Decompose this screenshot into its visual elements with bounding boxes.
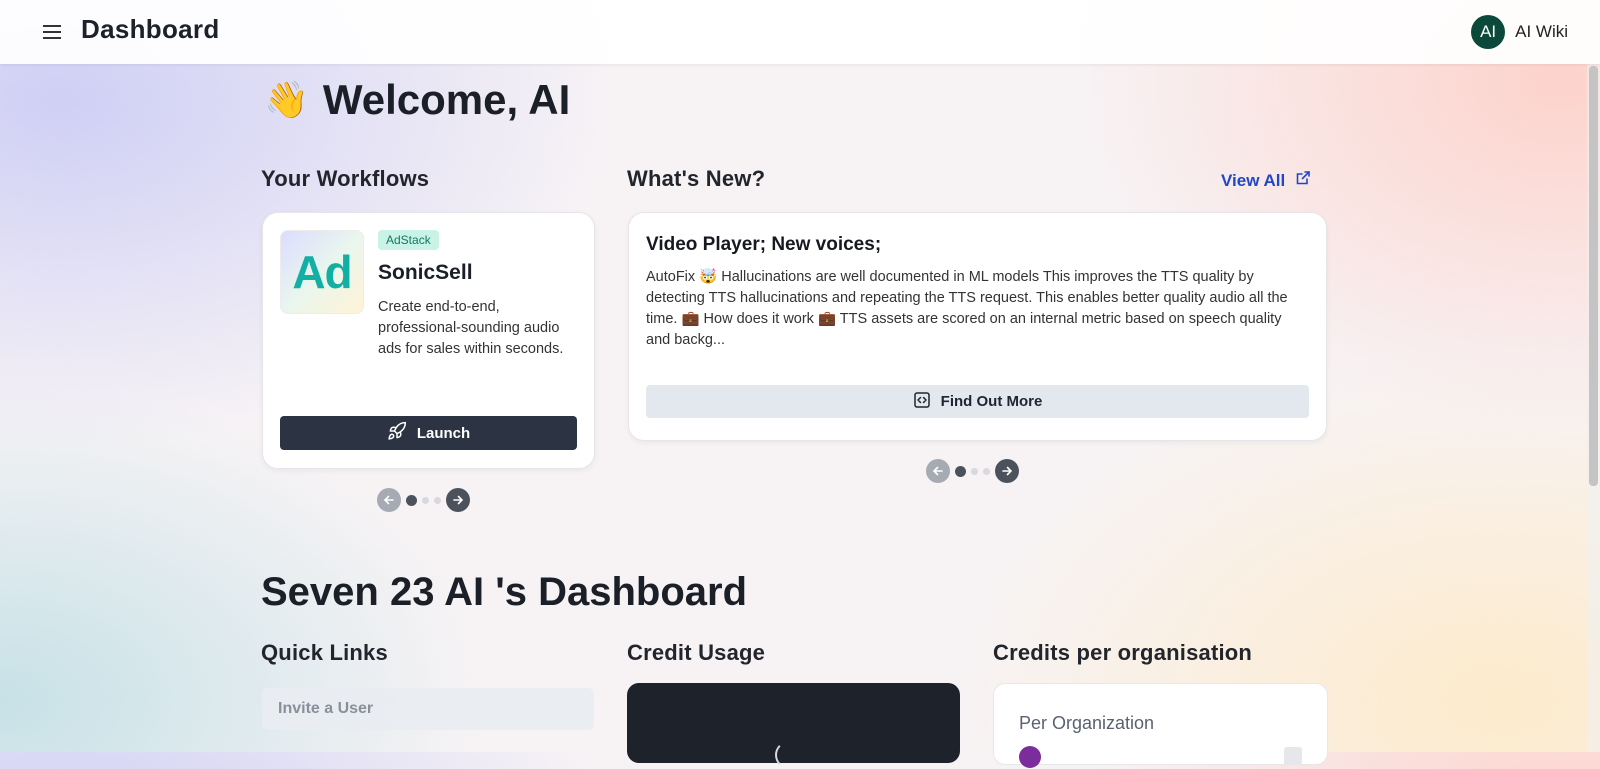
news-body: AutoFix 🤯 Hallucinations are well docume… [646, 269, 1288, 348]
welcome-text: Welcome, AI [322, 76, 571, 123]
carousel-dot[interactable] [422, 496, 429, 504]
workflows-heading: Your Workflows [261, 166, 430, 191]
find-out-more-label: Find Out More [940, 393, 1043, 410]
news-title: Video Player; New voices; [646, 234, 882, 255]
view-all-label: View All [1221, 170, 1286, 190]
carousel-prev-button[interactable] [926, 459, 950, 483]
user-name[interactable]: AI Wiki [1515, 22, 1568, 42]
carousel-dot[interactable] [406, 494, 417, 506]
credits-per-org-heading: Credits per organisation [993, 640, 1253, 665]
carousel-dot[interactable] [971, 467, 978, 475]
waving-hand-icon: 👋 [264, 79, 309, 120]
view-all-link[interactable]: View All [1221, 170, 1311, 191]
quick-links-heading: Quick Links [261, 640, 388, 665]
workflow-badge: AdStack [378, 230, 439, 250]
dashboard-title: Seven 23 AI 's Dashboard [261, 570, 747, 614]
carousel-prev-button[interactable] [377, 488, 401, 512]
carousel-dot[interactable] [955, 465, 966, 477]
page-title: Dashboard [81, 14, 220, 44]
loading-spinner-icon [775, 741, 803, 769]
find-out-more-button[interactable]: Find Out More [646, 385, 1309, 418]
news-card: Video Player; New voices; AutoFix 🤯 Hall… [628, 212, 1327, 441]
carousel-dot[interactable] [434, 496, 441, 504]
invite-user-link[interactable]: Invite a User [262, 688, 594, 730]
welcome-heading: 👋 Welcome, AI [264, 76, 570, 124]
credit-usage-card [627, 683, 960, 769]
per-organization-label: Per Organization [1019, 713, 1155, 733]
org-action-icon[interactable] [1284, 747, 1302, 765]
credits-per-org-card: Per Organization [993, 683, 1328, 768]
rocket-icon [387, 421, 407, 445]
credit-usage-heading: Credit Usage [627, 640, 766, 665]
avatar[interactable]: AI [1471, 15, 1506, 49]
carousel-dot[interactable] [983, 467, 990, 475]
workflow-card: Ad AdStack SonicSell Create end-to-end, … [262, 212, 595, 469]
news-carousel [926, 459, 1019, 483]
workflow-name: SonicSell [378, 261, 473, 284]
launch-button[interactable]: Launch [280, 416, 577, 450]
external-link-icon [1295, 170, 1311, 191]
user-menu[interactable]: AI AI Wiki [1471, 15, 1568, 49]
org-avatar [1019, 746, 1041, 768]
adstack-logo: Ad [280, 230, 364, 314]
top-app-bar: Dashboard AI AI Wiki [0, 0, 1600, 64]
menu-icon[interactable] [40, 20, 64, 44]
workflow-description: Create end-to-end, professional-sounding… [378, 299, 564, 357]
carousel-next-button[interactable] [446, 488, 470, 512]
launch-label: Launch [416, 424, 471, 442]
code-icon [913, 391, 931, 413]
carousel-next-button[interactable] [995, 459, 1019, 483]
whats-new-heading: What's New? [627, 166, 766, 191]
scrollbar-thumb[interactable] [1589, 66, 1598, 486]
workflows-carousel [377, 488, 470, 512]
